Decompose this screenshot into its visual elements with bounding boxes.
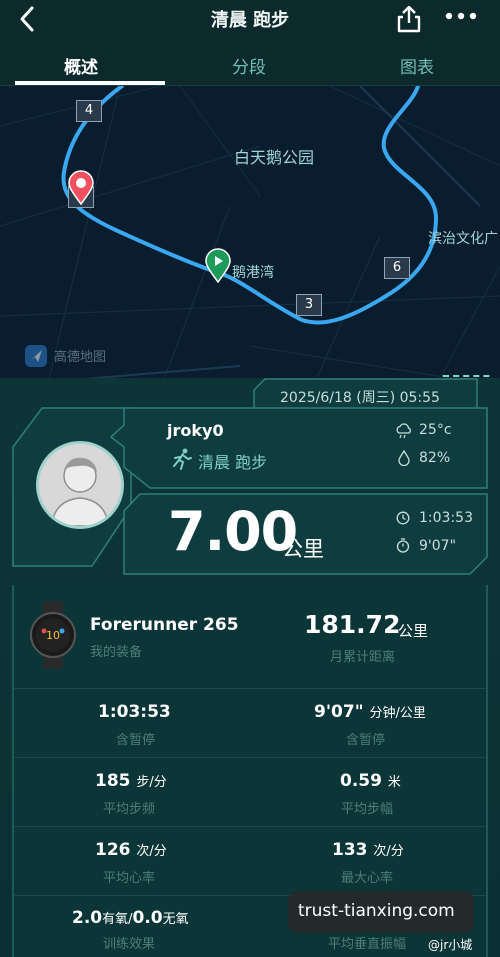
stat-label: 平均心率: [103, 871, 156, 886]
user-info-frame: [110, 407, 488, 489]
stat-label: 训练效果: [103, 937, 156, 952]
share-icon[interactable]: [394, 4, 424, 34]
page-title: 清晨 跑步: [210, 10, 290, 31]
stat-unit: 次/分: [373, 844, 404, 859]
km-marker: 3: [296, 294, 322, 316]
divider: [14, 688, 486, 689]
distance-value: 7.00: [168, 500, 298, 563]
divider: [14, 826, 486, 827]
distance-unit: 公里: [282, 537, 324, 561]
device-subtitle: 我的装备: [90, 645, 143, 660]
stat-label: 最大心率: [341, 871, 394, 886]
stat-unit: 米: [387, 775, 401, 790]
map-provider-logo: 高德地图: [24, 343, 114, 369]
stat-avg-hr: 126 次/分: [95, 840, 167, 860]
watch-icon: 10: [30, 601, 76, 669]
stat-label: 平均步幅: [341, 802, 394, 817]
stopwatch-icon: [396, 538, 410, 553]
stat-value: 2.0: [72, 908, 103, 928]
stat-label: 含暂停: [346, 733, 386, 748]
stat-unit: 步/分: [136, 775, 167, 790]
duration-value: 1:03:53: [419, 510, 473, 526]
map-logo-icon: [25, 345, 47, 367]
tab-bar: 概述 分段 图表: [0, 40, 500, 86]
tab-charts[interactable]: 图表: [400, 53, 434, 78]
clock-icon: [396, 511, 410, 525]
avatar-silhouette-icon: [39, 444, 121, 526]
stat-training-effect: 2.0有氧/0.0无氧: [72, 908, 189, 928]
stat-value-2: 0.0: [132, 908, 163, 928]
top-bar: 清晨 跑步: [0, 0, 500, 40]
humidity: 82%: [419, 450, 451, 466]
activity-type: 清晨 跑步: [198, 453, 268, 472]
stat-value: 133: [332, 840, 368, 860]
stat-avg-pace: 9'07" 分钟/公里: [314, 702, 426, 722]
temperature: 25°c: [419, 422, 452, 438]
map-logo-text: 高德地图: [54, 350, 107, 365]
monthly-distance-unit: 公里: [398, 622, 429, 640]
running-icon: [173, 448, 192, 470]
stat-value: 126: [95, 840, 131, 860]
monthly-distance-value: 181.72: [304, 610, 401, 639]
pace-value: 9'07": [419, 538, 457, 554]
more-options-icon[interactable]: [443, 6, 479, 30]
watermark-text: trust-tianxing.com: [298, 901, 455, 921]
stat-unit: 次/分: [136, 844, 167, 859]
stat-max-hr: 133 次/分: [332, 840, 404, 860]
stat-stride: 0.59 米: [340, 771, 401, 791]
stat-value: 185: [95, 771, 131, 791]
stat-label: 含暂停: [116, 733, 156, 748]
stat-value: 1:03:53: [98, 702, 171, 722]
stat-value: 9'07": [314, 702, 364, 722]
weibo-watermark: @jr小城: [428, 938, 473, 952]
km-marker: 4: [76, 100, 102, 122]
tab-splits[interactable]: 分段: [232, 53, 266, 78]
monthly-distance-label: 月累计距离: [330, 650, 396, 665]
stat-total-time: 1:03:53: [98, 702, 171, 722]
stat-unit-2: 无氧: [162, 912, 189, 927]
park-label: 白天鹅公园: [234, 148, 315, 167]
finish-pin-icon: [68, 170, 94, 206]
humidity-drop-icon: [398, 450, 410, 466]
stat-label: 平均垂直振幅: [328, 937, 407, 952]
stat-unit: 分钟/公里: [369, 706, 426, 721]
stat-unit: 有氧/: [102, 912, 133, 927]
stat-cadence: 185 步/分: [95, 771, 167, 791]
device-name[interactable]: Forerunner 265: [90, 615, 239, 635]
start-pin-icon: [205, 248, 231, 284]
culture-label: 滨治文化广: [428, 231, 498, 247]
svg-text:10: 10: [46, 629, 60, 642]
activity-datetime: 2025/6/18 (周三) 05:55: [280, 390, 440, 406]
route-map[interactable]: 白天鹅公园 鹅港湾 滨治文化广 4 7 6 3 + 高德地图: [0, 86, 500, 416]
active-tab-indicator: [15, 81, 165, 85]
tab-overview[interactable]: 概述: [64, 53, 98, 78]
km-marker: 6: [384, 257, 410, 279]
stat-value: 0.59: [340, 771, 382, 791]
bay-label: 鹅港湾: [232, 265, 274, 281]
cloud-rain-icon: [396, 423, 411, 439]
stat-label: 平均步频: [103, 802, 156, 817]
username: jroky0: [167, 421, 224, 440]
divider: [14, 757, 486, 758]
